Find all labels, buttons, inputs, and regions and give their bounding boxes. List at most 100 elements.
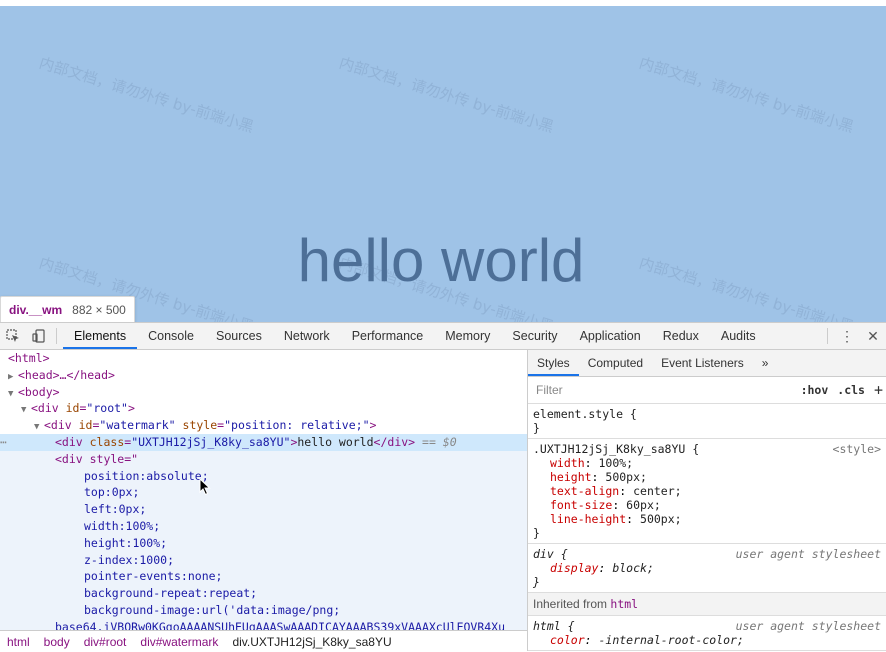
dom-tree: <html> ▶ <head>…</head> ▼ <body> ▼ <div id=… [0, 350, 527, 630]
dom-node-html[interactable]: <html> [0, 350, 527, 367]
css-text: background-repeat:repeat; [84, 586, 258, 601]
css-line: height:100%; [0, 534, 527, 552]
css-line: position:absolute; [0, 467, 527, 485]
prop-name: color [550, 633, 585, 647]
tab-computed[interactable]: Computed [579, 350, 652, 376]
css-text: top:0px; [84, 485, 140, 500]
tab-security[interactable]: Security [501, 323, 568, 349]
cls-toggle[interactable]: .cls [837, 383, 865, 397]
dom-node-style-div[interactable]: <div style=" [0, 450, 527, 468]
breadcrumb-html[interactable]: html [0, 635, 37, 649]
attr-name: class [89, 434, 125, 449]
attr-name: id [65, 401, 80, 416]
breadcrumb-watermark[interactable]: div#watermark [133, 635, 225, 649]
tab-sources[interactable]: Sources [205, 323, 273, 349]
rule-close: } [533, 575, 540, 589]
rule-source-link[interactable]: <style> [833, 442, 881, 456]
device-toolbar-icon[interactable] [26, 323, 52, 349]
css-property[interactable]: height: 500px; [533, 470, 882, 484]
dom-node-selected[interactable]: ⋯ <div class="UXTJH12jSj_K8ky_sa8YU">hell… [0, 433, 527, 451]
more-tabs-icon[interactable]: » [753, 350, 778, 376]
ellipsis-icon[interactable]: ⋯ [0, 434, 7, 451]
tab-console[interactable]: Console [137, 323, 205, 349]
mouse-cursor-icon [199, 478, 211, 496]
breadcrumb-body[interactable]: body [37, 635, 77, 649]
close-icon[interactable]: ✕ [860, 328, 886, 345]
dom-node-root[interactable]: ▼ <div id="root"> [0, 400, 527, 417]
element-style-rule[interactable]: element.style { } [528, 404, 886, 439]
tab-performance[interactable]: Performance [341, 323, 435, 349]
attr-value: "UXTJH12jSj_K8ky_sa8YU" [131, 434, 291, 449]
css-property[interactable]: text-align: center; [533, 484, 882, 498]
rule-selector: .UXTJH12jSj_K8ky_sa8YU { [533, 442, 700, 456]
hov-toggle[interactable]: :hov [801, 383, 829, 397]
tag-open: <div [44, 418, 79, 433]
hello-world-text: hello world [297, 227, 585, 294]
filter-input[interactable]: Filter [536, 383, 801, 397]
attr-name: id [78, 418, 93, 433]
devtools-tabbar: Elements Console Sources Network Perform… [0, 323, 886, 350]
breadcrumb-root[interactable]: div#root [77, 635, 134, 649]
class-style-rule[interactable]: .UXTJH12jSj_K8ky_sa8YU { <style> width: … [528, 439, 886, 544]
tab-application[interactable]: Application [569, 323, 652, 349]
inspect-element-icon[interactable] [0, 323, 26, 349]
tab-network[interactable]: Network [273, 323, 341, 349]
html-tag: <html> [8, 351, 50, 365]
tag-open: <div [55, 434, 90, 449]
prop-value: 100%; [598, 456, 634, 470]
rule-source: user agent stylesheet [735, 547, 881, 561]
css-property[interactable]: line-height: 500px; [533, 512, 882, 526]
head-tag: <head>…</head> [18, 367, 115, 382]
prop-value: 60px; [626, 498, 661, 512]
css-line: width:100%; [0, 517, 527, 535]
prop-value: -internal-root-color; [598, 633, 744, 647]
tab-elements[interactable]: Elements [63, 323, 138, 349]
selected-marker: == $0 [422, 434, 457, 449]
css-text: height:100%; [84, 535, 168, 550]
css-property: color: -internal-root-color; [550, 633, 744, 647]
prop-name: text-align [550, 484, 620, 498]
base64-text: base64,iVBORw0KGgoAAAANSUhEUgAAASwAAADIC… [55, 619, 506, 630]
css-text: z-index:1000; [84, 552, 175, 567]
prop-name: width [550, 456, 585, 470]
dom-node-head[interactable]: ▶ <head>…</head> [0, 367, 527, 384]
css-line: base64,iVBORw0KGgoAAAANSUhEUgAAASwAAADIC… [0, 618, 527, 630]
breadcrumb-current[interactable]: div.UXTJH12jSj_K8ky_sa8YU [225, 635, 398, 649]
tab-audits[interactable]: Audits [710, 323, 767, 349]
css-property[interactable]: font-size: 60px; [533, 498, 882, 512]
tab-event-listeners[interactable]: Event Listeners [652, 350, 753, 376]
styles-filter-bar: Filter :hov .cls + [528, 377, 886, 404]
prop-name: height [550, 470, 592, 484]
tab-redux[interactable]: Redux [652, 323, 710, 349]
styles-pane: Styles Computed Event Listeners » Filter… [527, 350, 886, 651]
add-rule-icon[interactable]: + [874, 381, 883, 399]
dom-node-body[interactable]: ▼ <body> [0, 384, 527, 401]
prop-value: center; [633, 484, 682, 498]
tab-memory[interactable]: Memory [434, 323, 501, 349]
style-div-tag: <div style=" [55, 451, 139, 466]
prop-value: block; [612, 561, 654, 575]
attr-value: "root" [86, 401, 128, 416]
inherited-tag-link[interactable]: html [610, 597, 638, 611]
css-text: position:absolute; [84, 468, 209, 483]
prop-value: 500px; [640, 512, 682, 526]
css-text: pointer-events:none; [84, 569, 223, 584]
watermark-text: 内部文档，请勿外传 by-前端小黑 [637, 53, 856, 137]
user-agent-html-rule[interactable]: html { user agent stylesheet color: -int… [528, 616, 886, 651]
user-agent-div-rule[interactable]: div { user agent stylesheet display: blo… [528, 544, 886, 593]
prop-name: font-size [550, 498, 613, 512]
rule-close: } [533, 421, 540, 435]
more-options-icon[interactable]: ⋮ [834, 328, 860, 345]
css-line: background-image:url('data:image/png; [0, 601, 527, 619]
prop-value: 500px; [605, 470, 647, 484]
css-property[interactable]: width: 100%; [533, 456, 882, 470]
element-tooltip: div.__wm 882 × 500 [0, 296, 135, 324]
devtools-panel: Elements Console Sources Network Perform… [0, 322, 886, 652]
breadcrumb: html body div#root div#watermark div.UXT… [0, 630, 527, 652]
css-text: width:100%; [84, 518, 161, 533]
tab-styles[interactable]: Styles [528, 350, 579, 376]
css-line: background-repeat:repeat; [0, 585, 527, 602]
dom-node-watermark[interactable]: ▼ <div id="watermark" style="position: re… [0, 417, 527, 434]
tooltip-dimensions: 882 × 500 [72, 303, 126, 317]
page-preview: 内部文档，请勿外传 by-前端小黑 内部文档，请勿外传 by-前端小黑 内部文档… [0, 6, 886, 322]
